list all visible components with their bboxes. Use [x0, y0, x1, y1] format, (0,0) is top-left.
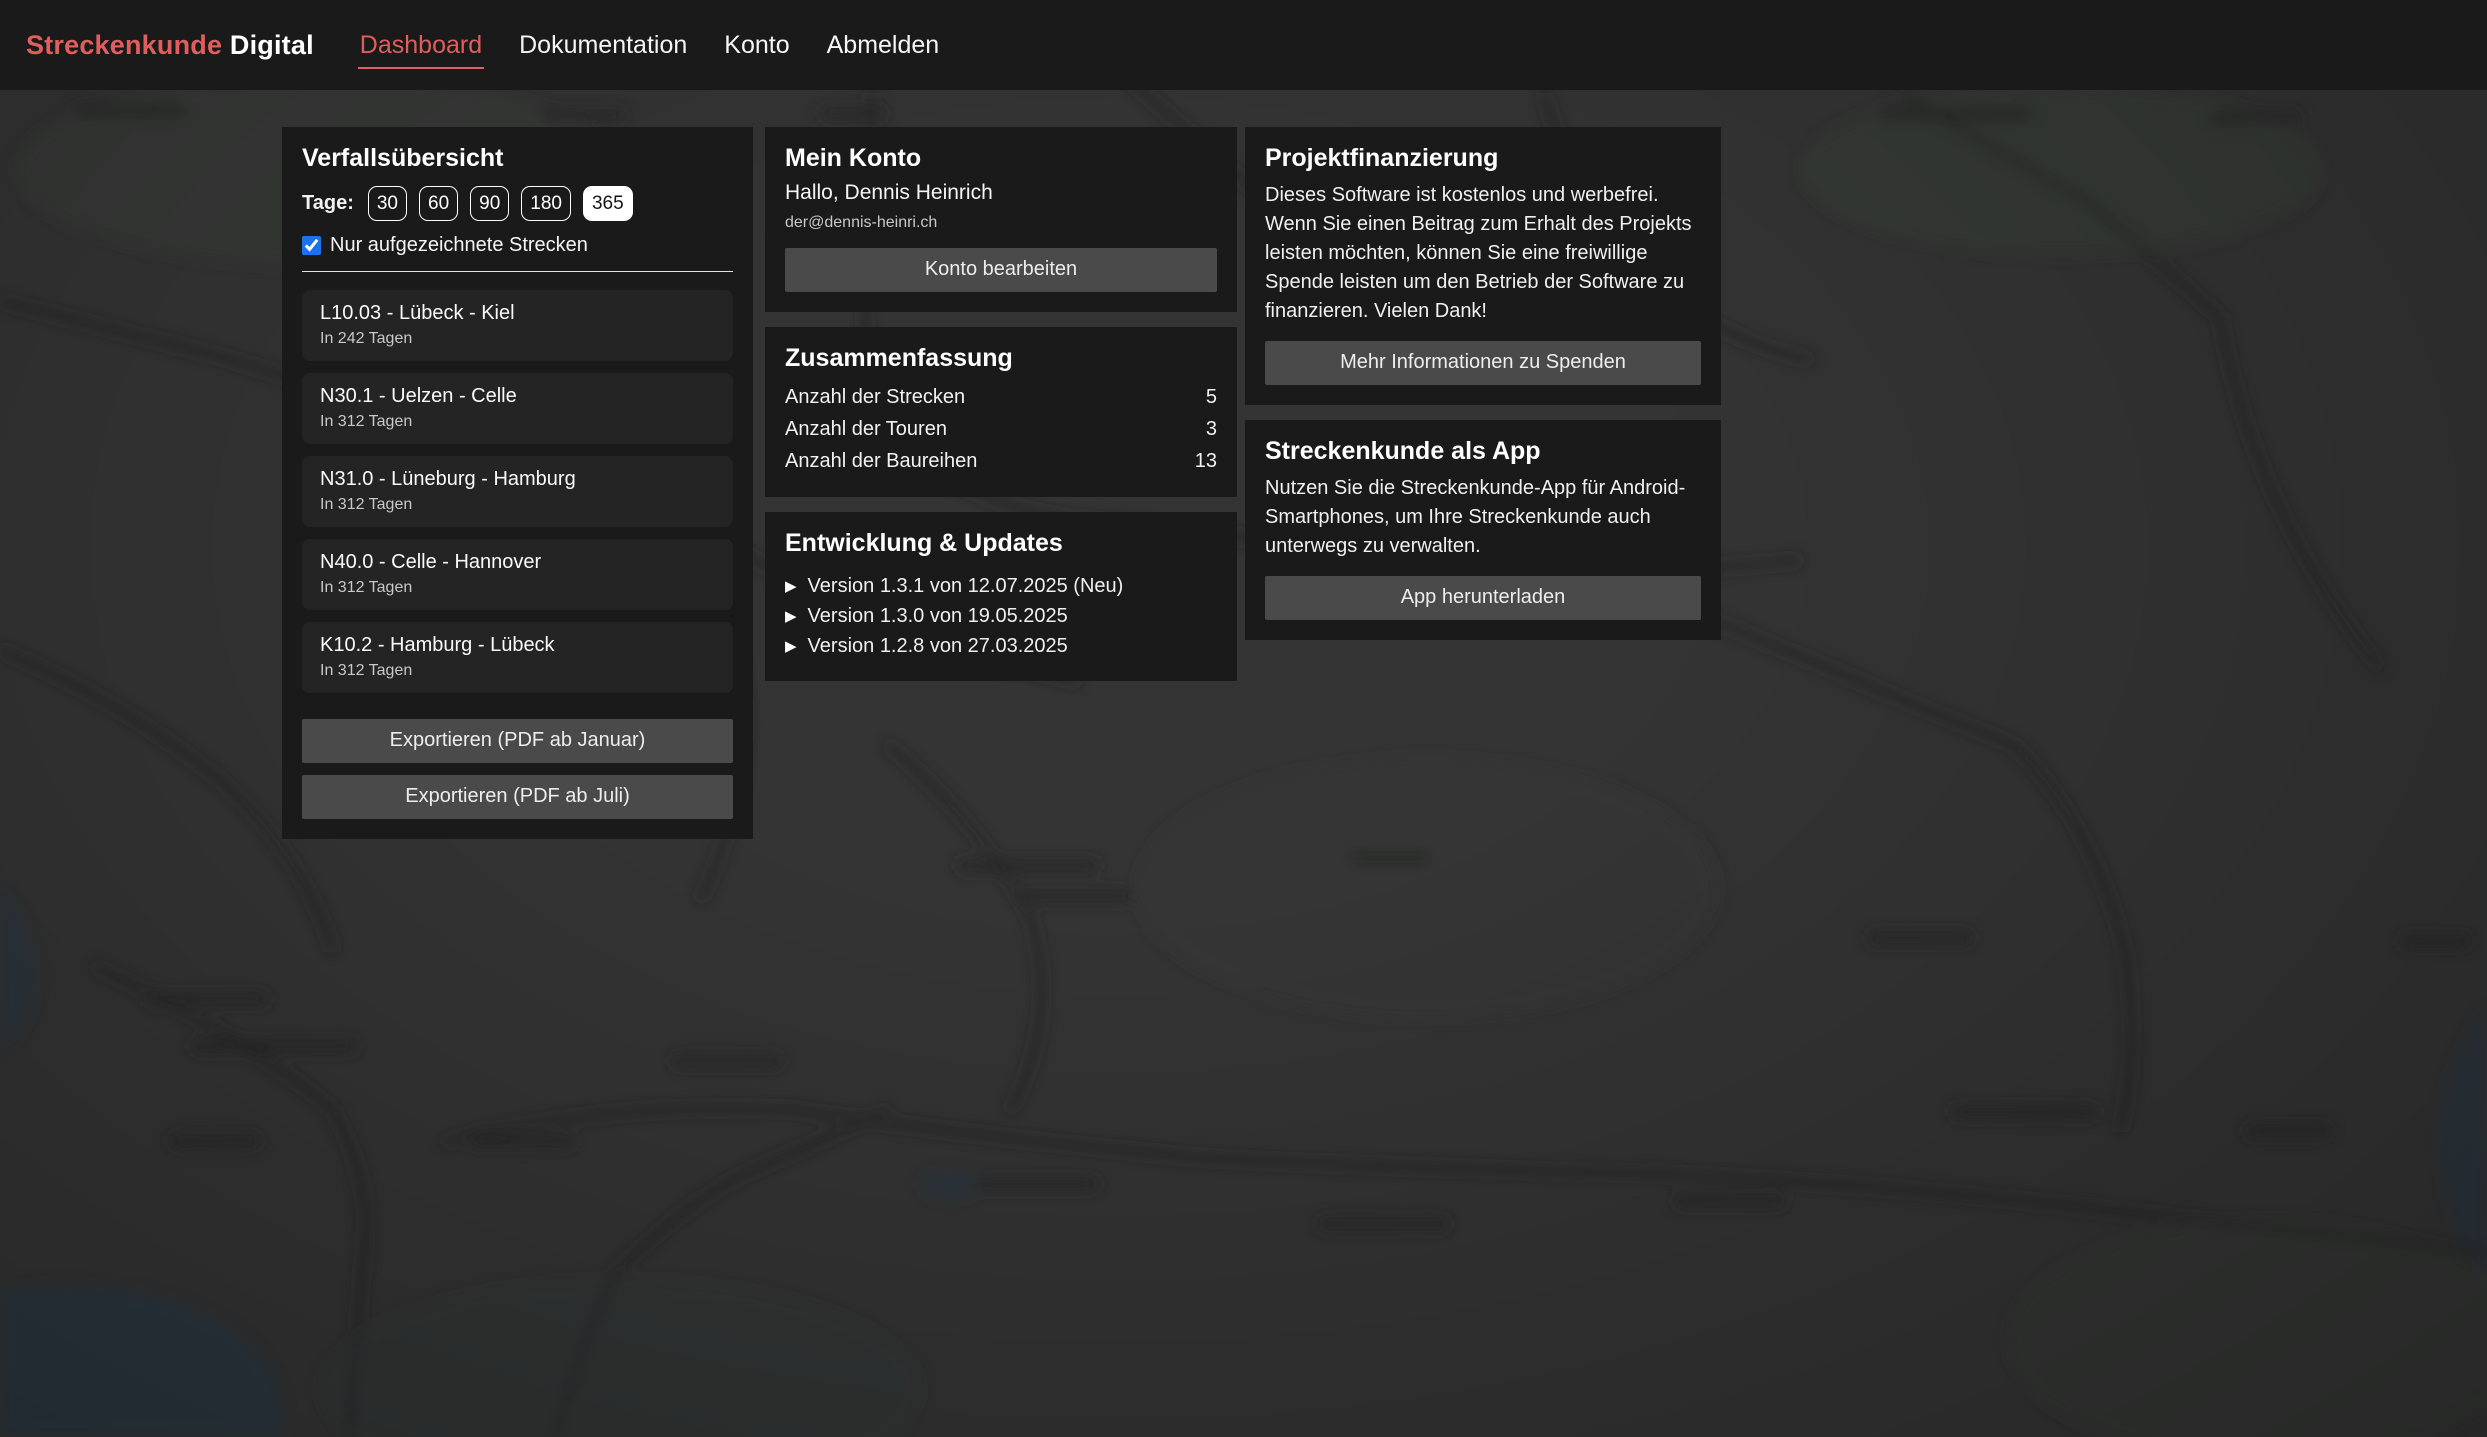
route-expiry: In 312 Tagen	[320, 579, 715, 597]
funding-title: Projektfinanzierung	[1265, 144, 1701, 173]
update-text: Version 1.2.8 von 27.03.2025	[808, 635, 1068, 658]
recorded-only-row: Nur aufgezeichnete Strecken	[302, 234, 733, 257]
triangle-right-icon: ▶	[785, 609, 797, 624]
brand-primary: Streckenkunde	[26, 30, 222, 60]
update-item-130[interactable]: ▶ Version 1.3.0 von 19.05.2025	[785, 601, 1217, 631]
triangle-right-icon: ▶	[785, 579, 797, 594]
nav-item-dashboard[interactable]: Dashboard	[358, 25, 484, 69]
route-card-1[interactable]: L10.03 - Lübeck - Kiel In 242 Tagen	[302, 290, 733, 361]
export-pdf-january-button[interactable]: Exportieren (PDF ab Januar)	[302, 719, 733, 763]
route-card-5[interactable]: K10.2 - Hamburg - Lübeck In 312 Tagen	[302, 622, 733, 693]
route-title: K10.2 - Hamburg - Lübeck	[320, 634, 715, 657]
route-expiry: In 242 Tagen	[320, 330, 715, 348]
top-nav-bar: Streckenkunde Digital Dashboard Dokument…	[0, 0, 2487, 90]
summary-row-touren: Anzahl der Touren 3	[785, 413, 1217, 445]
route-card-4[interactable]: N40.0 - Celle - Hannover In 312 Tagen	[302, 539, 733, 610]
app-title: Streckenkunde als App	[1265, 437, 1701, 466]
route-expiry: In 312 Tagen	[320, 662, 715, 680]
summary-title: Zusammenfassung	[785, 344, 1217, 373]
route-title: N31.0 - Lüneburg - Hamburg	[320, 468, 715, 491]
recorded-only-checkbox[interactable]	[302, 236, 321, 255]
route-card-2[interactable]: N30.1 - Uelzen - Celle In 312 Tagen	[302, 373, 733, 444]
panel-verfallsuebersicht: Verfallsübersicht Tage: 30 60 90 180 365…	[282, 127, 753, 839]
funding-body: Dieses Software ist kostenlos und werbef…	[1265, 181, 1701, 326]
brand-secondary: Digital	[230, 30, 314, 60]
day-filter-30[interactable]: 30	[368, 186, 407, 221]
day-filter-60[interactable]: 60	[419, 186, 458, 221]
update-item-131[interactable]: ▶ Version 1.3.1 von 12.07.2025 (Neu)	[785, 571, 1217, 601]
day-filter-365[interactable]: 365	[583, 186, 633, 221]
panel-streckenkunde-app: Streckenkunde als App Nutzen Sie die Str…	[1245, 420, 1721, 640]
nav-item-konto[interactable]: Konto	[722, 25, 791, 67]
day-filter-90[interactable]: 90	[470, 186, 509, 221]
recorded-only-label[interactable]: Nur aufgezeichnete Strecken	[330, 234, 588, 257]
panel-zusammenfassung: Zusammenfassung Anzahl der Strecken 5 An…	[765, 327, 1237, 497]
brand-logo[interactable]: Streckenkunde Digital	[26, 30, 314, 61]
route-expiry: In 312 Tagen	[320, 413, 715, 431]
summary-value: 3	[1206, 418, 1217, 441]
edit-account-button[interactable]: Konto bearbeiten	[785, 248, 1217, 292]
update-item-128[interactable]: ▶ Version 1.2.8 von 27.03.2025	[785, 631, 1217, 661]
divider	[302, 271, 733, 272]
day-filter-row: Tage: 30 60 90 180 365	[302, 186, 733, 221]
panel-entwicklung-updates: Entwicklung & Updates ▶ Version 1.3.1 vo…	[765, 512, 1237, 681]
nav-item-dokumentation[interactable]: Dokumentation	[517, 25, 689, 67]
summary-value: 5	[1206, 386, 1217, 409]
route-title: L10.03 - Lübeck - Kiel	[320, 302, 715, 325]
panel-projektfinanzierung: Projektfinanzierung Dieses Software ist …	[1245, 127, 1721, 405]
konto-greeting: Hallo, Dennis Heinrich	[785, 181, 1217, 205]
summary-label: Anzahl der Touren	[785, 418, 947, 441]
triangle-right-icon: ▶	[785, 639, 797, 654]
route-title: N30.1 - Uelzen - Celle	[320, 385, 715, 408]
route-expiry: In 312 Tagen	[320, 496, 715, 514]
donation-info-button[interactable]: Mehr Informationen zu Spenden	[1265, 341, 1701, 385]
summary-row-baureihen: Anzahl der Baureihen 13	[785, 445, 1217, 477]
day-filter-180[interactable]: 180	[521, 186, 571, 221]
konto-title: Mein Konto	[785, 144, 1217, 173]
summary-label: Anzahl der Strecken	[785, 386, 965, 409]
day-filter-label: Tage:	[302, 192, 354, 215]
summary-value: 13	[1195, 450, 1217, 473]
update-text: Version 1.3.1 von 12.07.2025 (Neu)	[808, 575, 1124, 598]
export-pdf-july-button[interactable]: Exportieren (PDF ab Juli)	[302, 775, 733, 819]
updates-title: Entwicklung & Updates	[785, 529, 1217, 558]
route-title: N40.0 - Celle - Hannover	[320, 551, 715, 574]
nav-links: Dashboard Dokumentation Konto Abmelden	[358, 31, 941, 60]
konto-email: der@dennis-heinri.ch	[785, 214, 1217, 232]
panel-mein-konto: Mein Konto Hallo, Dennis Heinrich der@de…	[765, 127, 1237, 312]
summary-row-strecken: Anzahl der Strecken 5	[785, 381, 1217, 413]
summary-label: Anzahl der Baureihen	[785, 450, 977, 473]
nav-item-abmelden[interactable]: Abmelden	[825, 25, 942, 67]
download-app-button[interactable]: App herunterladen	[1265, 576, 1701, 620]
verfall-title: Verfallsübersicht	[302, 144, 733, 173]
update-text: Version 1.3.0 von 19.05.2025	[808, 605, 1068, 628]
app-body: Nutzen Sie die Streckenkunde-App für And…	[1265, 474, 1701, 561]
route-card-3[interactable]: N31.0 - Lüneburg - Hamburg In 312 Tagen	[302, 456, 733, 527]
